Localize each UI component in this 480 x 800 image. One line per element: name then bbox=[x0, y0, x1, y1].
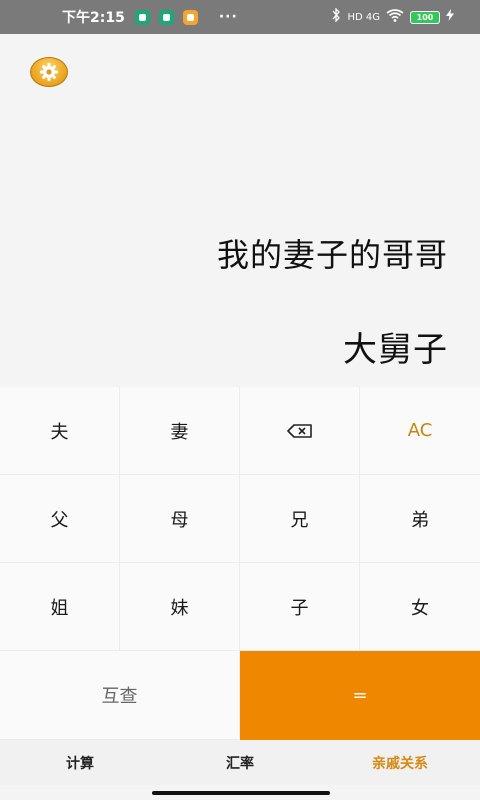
clear-all-button[interactable]: AC bbox=[360, 387, 480, 475]
backspace-icon bbox=[286, 423, 312, 438]
key-younger-brother[interactable]: 弟 bbox=[360, 475, 480, 563]
display-area: 我的妻子的哥哥 大舅子 bbox=[0, 34, 480, 387]
bottom-tab-bar: 计算 汇率 亲戚关系 bbox=[0, 740, 480, 785]
gear-icon bbox=[40, 63, 58, 81]
tab-exchange-rate[interactable]: 汇率 bbox=[160, 740, 320, 785]
tab-relatives[interactable]: 亲戚关系 bbox=[320, 740, 480, 785]
key-elder-sister[interactable]: 姐 bbox=[0, 563, 120, 651]
relation-expression: 我的妻子的哥哥 bbox=[216, 236, 448, 274]
key-wife[interactable]: 妻 bbox=[120, 387, 240, 475]
key-younger-sister[interactable]: 妹 bbox=[120, 563, 240, 651]
key-son[interactable]: 子 bbox=[240, 563, 360, 651]
key-father[interactable]: 父 bbox=[0, 475, 120, 563]
equals-button[interactable]: = bbox=[240, 651, 480, 740]
network-indicator: HD 4G bbox=[347, 11, 380, 23]
battery-icon: 100 bbox=[410, 10, 440, 24]
relation-result: 大舅子 bbox=[343, 330, 448, 370]
key-elder-brother[interactable]: 兄 bbox=[240, 475, 360, 563]
shield-app-icon-2 bbox=[158, 9, 174, 25]
home-indicator[interactable] bbox=[152, 791, 330, 795]
key-daughter[interactable]: 女 bbox=[360, 563, 480, 651]
key-husband[interactable]: 夫 bbox=[0, 387, 120, 475]
mutual-lookup-button[interactable]: 互查 bbox=[0, 651, 240, 740]
wifi-icon bbox=[386, 8, 404, 26]
bluetooth-icon bbox=[331, 7, 341, 26]
status-time: 下午2:15 bbox=[62, 10, 125, 26]
message-app-icon bbox=[182, 9, 198, 25]
backspace-button[interactable] bbox=[240, 387, 360, 475]
charging-icon bbox=[446, 9, 454, 25]
keypad: 夫 妻 AC 父 母 兄 弟 姐 妹 子 女 互查 = bbox=[0, 387, 480, 740]
shield-app-icon bbox=[134, 9, 150, 25]
settings-button[interactable] bbox=[30, 57, 68, 87]
status-bar: 下午2:15 ··· HD 4G 100 bbox=[0, 0, 480, 34]
more-notifications-icon: ··· bbox=[218, 9, 238, 25]
key-mother[interactable]: 母 bbox=[120, 475, 240, 563]
tab-calculate[interactable]: 计算 bbox=[0, 740, 160, 785]
